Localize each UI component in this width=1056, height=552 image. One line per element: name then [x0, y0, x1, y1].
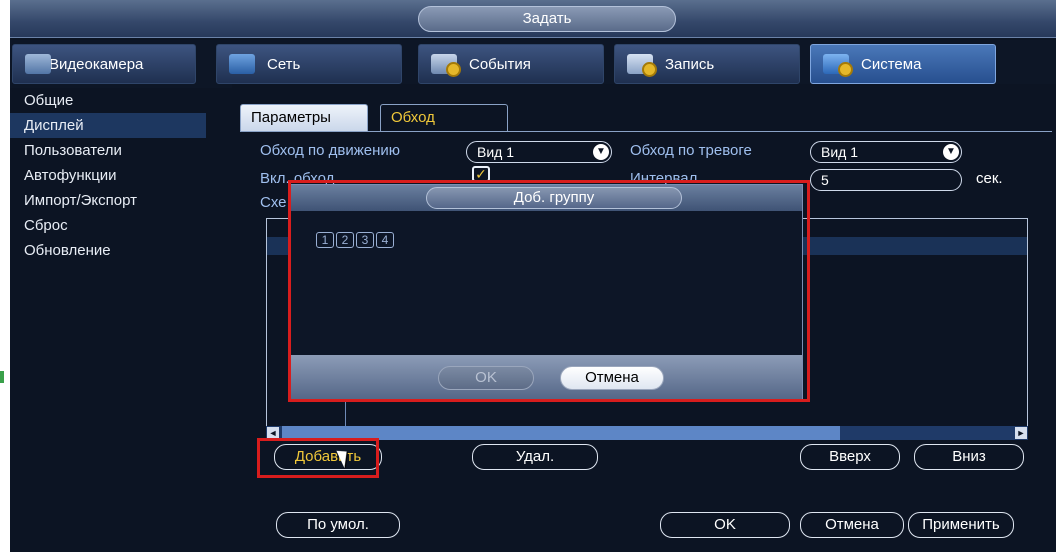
alarm-tour-select[interactable]: Вид 1 ▼: [810, 141, 962, 163]
interval-input[interactable]: 5: [810, 169, 962, 191]
tab-label: Сеть: [267, 55, 301, 73]
system-icon: [823, 54, 853, 77]
sidebar-item-reset[interactable]: Сброс: [10, 213, 206, 238]
tab-camera[interactable]: Видеокамера: [12, 44, 196, 84]
scroll-right-icon[interactable]: ►: [1015, 427, 1027, 439]
motion-tour-label: Обход по движению: [260, 142, 401, 159]
alarm-tour-value: Вид 1: [821, 144, 859, 160]
subtab-divider: [240, 131, 1052, 132]
scheme-label: Схе: [260, 194, 287, 211]
apply-button[interactable]: Применить: [908, 512, 1014, 538]
tab-label: Видеокамера: [49, 55, 144, 73]
default-button[interactable]: По умол.: [276, 512, 400, 538]
chevron-down-icon: ▼: [943, 144, 959, 160]
sidebar: Общие Дисплей Пользователи Автофункции И…: [0, 88, 206, 552]
tab-label: Система: [861, 55, 922, 73]
tab-label: Запись: [665, 55, 715, 73]
sidebar-item-import-export[interactable]: Импорт/Экспорт: [10, 188, 206, 213]
record-icon: [627, 54, 657, 77]
window-title: Задать: [418, 6, 676, 32]
tab-system[interactable]: Система: [810, 44, 996, 84]
tab-record[interactable]: Запись: [614, 44, 800, 84]
events-icon: [431, 54, 461, 77]
sidebar-item-users[interactable]: Пользователи: [10, 138, 206, 163]
delete-button[interactable]: Удал.: [472, 444, 598, 470]
up-button[interactable]: Вверх: [800, 444, 900, 470]
sidebar-item-display[interactable]: Дисплей: [10, 113, 206, 138]
tab-parameters[interactable]: Параметры: [240, 104, 368, 132]
chevron-down-icon: ▼: [593, 144, 609, 160]
highlight-add-button-box: [257, 438, 379, 478]
down-button[interactable]: Вниз: [914, 444, 1024, 470]
interval-unit: сек.: [976, 170, 1003, 187]
edge-marker: [0, 371, 4, 383]
sidebar-item-update[interactable]: Обновление: [10, 238, 206, 263]
sidebar-item-autofunctions[interactable]: Автофункции: [10, 163, 206, 188]
motion-tour-select[interactable]: Вид 1 ▼: [466, 141, 612, 163]
ok-button[interactable]: OK: [660, 512, 790, 538]
horizontal-scrollbar[interactable]: ◄ ►: [266, 426, 1028, 440]
tab-events[interactable]: События: [418, 44, 604, 84]
alarm-tour-label: Обход по тревоге: [630, 142, 752, 159]
tab-tour[interactable]: Обход: [380, 104, 508, 132]
highlight-dialog-box: [288, 180, 810, 402]
motion-tour-value: Вид 1: [477, 144, 515, 160]
network-icon: [229, 54, 255, 74]
main-tabs: Видеокамера Сеть События Запись Система: [10, 40, 1056, 88]
sidebar-item-general[interactable]: Общие: [10, 88, 206, 113]
tab-network[interactable]: Сеть: [216, 44, 402, 84]
cancel-button[interactable]: Отмена: [800, 512, 904, 538]
screenshot-frame: Задать Видеокамера Сеть События Запись С…: [0, 0, 1056, 552]
camera-icon: [25, 54, 51, 74]
title-bar: Задать: [10, 0, 1056, 38]
tab-label: События: [469, 55, 531, 73]
